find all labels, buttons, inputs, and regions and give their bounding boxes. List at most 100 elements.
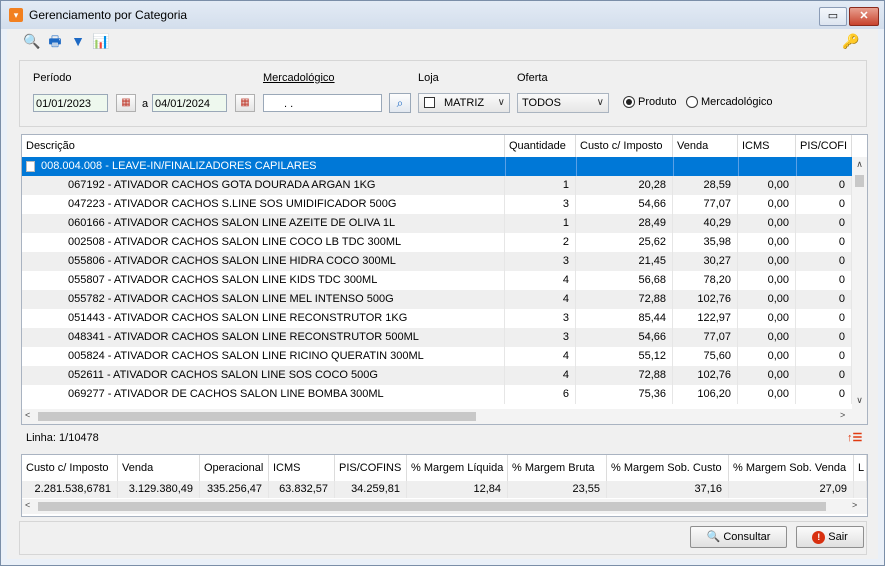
mercadologico-search-icon[interactable]: ⌕ xyxy=(389,93,411,113)
table-cell: 4 xyxy=(505,347,576,366)
main-window: ▾ Gerenciamento por Categoria ▭ ✕ 🔍 🖶 ▼ … xyxy=(0,0,885,566)
scroll-left-icon[interactable]: < xyxy=(25,410,30,420)
col-piscofins[interactable]: PIS/COFI xyxy=(796,135,852,157)
table-cell: 067192 - ATIVADOR CACHOS GOTA DOURADA AR… xyxy=(22,176,505,195)
table-row[interactable]: 055806 - ATIVADOR CACHOS SALON LINE HIDR… xyxy=(22,252,852,271)
sort-icon[interactable]: ↑☰ xyxy=(847,429,862,447)
vertical-scroll-thumb[interactable] xyxy=(855,175,864,187)
table-row[interactable]: 052611 - ATIVADOR CACHOS SALON LINE SOS … xyxy=(22,366,852,385)
table-row[interactable]: 060166 - ATIVADOR CACHOS SALON LINE AZEI… xyxy=(22,214,852,233)
col-custo[interactable]: Custo c/ Imposto xyxy=(576,135,673,157)
table-cell: 0,00 xyxy=(738,252,796,271)
column-divider xyxy=(505,157,506,176)
totals-column-header[interactable]: PIS/COFINS xyxy=(335,455,407,481)
column-divider xyxy=(673,157,674,176)
mercadologico-field[interactable]: . . xyxy=(263,94,382,112)
table-cell: 1 xyxy=(505,214,576,233)
totals-cell: 27,09 xyxy=(729,481,854,498)
table-cell: 0,00 xyxy=(738,385,796,404)
col-icms[interactable]: ICMS xyxy=(738,135,796,157)
table-row[interactable]: 055782 - ATIVADOR CACHOS SALON LINE MEL … xyxy=(22,290,852,309)
totals-column-header[interactable]: Custo c/ Imposto xyxy=(22,455,118,481)
loja-checkbox[interactable] xyxy=(424,97,435,108)
table-cell: 0 xyxy=(796,252,852,271)
table-cell: 047223 - ATIVADOR CACHOS S.LINE SOS UMID… xyxy=(22,195,505,214)
totals-column-header[interactable]: ICMS xyxy=(269,455,335,481)
status-bar: Linha: 1/10478 ↑☰ xyxy=(21,429,866,447)
date-from-field[interactable]: 01/01/2023 xyxy=(33,94,108,112)
horizontal-scroll-thumb[interactable] xyxy=(38,412,476,421)
table-cell: 005824 - ATIVADOR CACHOS SALON LINE RICI… xyxy=(22,347,505,366)
col-descricao[interactable]: Descrição xyxy=(22,135,505,157)
consultar-button[interactable]: 🔍 Consultar xyxy=(690,526,787,548)
scroll-up-icon[interactable]: ∧ xyxy=(852,159,867,170)
loja-value: MATRIZ xyxy=(444,97,485,109)
restore-button[interactable]: ▭ xyxy=(819,7,847,26)
date-to-field[interactable]: 04/01/2024 xyxy=(152,94,227,112)
sair-button[interactable]: ! Sair xyxy=(796,526,864,548)
col-venda[interactable]: Venda xyxy=(673,135,738,157)
mercadologico-label[interactable]: Mercadológico xyxy=(263,72,335,84)
table-cell: 0,00 xyxy=(738,366,796,385)
calendar-from-icon[interactable]: ▦ xyxy=(116,94,136,112)
horizontal-scrollbar[interactable]: < > xyxy=(22,409,867,424)
vertical-scrollbar[interactable]: ∧ ∨ xyxy=(852,157,867,409)
table-cell: 4 xyxy=(505,366,576,385)
totals-horizontal-scrollbar[interactable]: < > xyxy=(22,499,867,514)
totals-column-header[interactable]: Operacional xyxy=(200,455,269,481)
table-row[interactable]: 005824 - ATIVADOR CACHOS SALON LINE RICI… xyxy=(22,347,852,366)
totals-column-header[interactable]: Venda xyxy=(118,455,200,481)
table-row[interactable]: 055807 - ATIVADOR CACHOS SALON LINE KIDS… xyxy=(22,271,852,290)
table-cell: 85,44 xyxy=(576,309,673,328)
oferta-select[interactable]: TODOS ∨ xyxy=(517,93,609,113)
totals-column-header[interactable]: % Margem Líquida xyxy=(407,455,508,481)
table-cell: 3 xyxy=(505,252,576,271)
calendar-to-icon[interactable]: ▦ xyxy=(235,94,255,112)
table-row[interactable]: 048341 - ATIVADOR CACHOS SALON LINE RECO… xyxy=(22,328,852,347)
print-icon[interactable]: 🖶 xyxy=(46,32,64,50)
filter-icon[interactable]: ▼ xyxy=(69,32,87,50)
totals-column-header[interactable]: % Margem Bruta xyxy=(508,455,607,481)
table-cell: 54,66 xyxy=(576,195,673,214)
table-cell: 055782 - ATIVADOR CACHOS SALON LINE MEL … xyxy=(22,290,505,309)
table-cell: 40,29 xyxy=(673,214,738,233)
totals-column-header[interactable]: % Margem Sob. Venda xyxy=(729,455,854,481)
scroll-left-icon[interactable]: < xyxy=(25,500,30,510)
radio-mercadologico-label[interactable]: Mercadológico xyxy=(701,96,773,108)
radio-produto-label[interactable]: Produto xyxy=(638,96,677,108)
table-row[interactable]: 051443 - ATIVADOR CACHOS SALON LINE RECO… xyxy=(22,309,852,328)
table-cell: 0 xyxy=(796,176,852,195)
window-title: Gerenciamento por Categoria xyxy=(29,8,188,22)
search-doc-icon[interactable]: 🔍 xyxy=(23,32,41,50)
grid-header: Descrição Quantidade Custo c/ Imposto Ve… xyxy=(22,135,852,158)
scroll-right-icon[interactable]: > xyxy=(840,410,845,420)
table-cell: 051443 - ATIVADOR CACHOS SALON LINE RECO… xyxy=(22,309,505,328)
loja-select[interactable]: MATRIZ ∨ xyxy=(418,93,510,113)
column-divider xyxy=(738,157,739,176)
close-button[interactable]: ✕ xyxy=(849,7,879,26)
scroll-down-icon[interactable]: ∨ xyxy=(852,395,867,406)
table-row[interactable]: 067192 - ATIVADOR CACHOS GOTA DOURADA AR… xyxy=(22,176,852,195)
col-quantidade[interactable]: Quantidade xyxy=(505,135,576,157)
scroll-right-icon[interactable]: > xyxy=(852,500,857,510)
table-cell: 0,00 xyxy=(738,233,796,252)
totals-header: Custo c/ Imposto Venda Operacional ICMS PIS/… xyxy=(22,455,867,482)
chart-icon[interactable]: 📊 xyxy=(92,32,110,50)
totals-column-header[interactable]: L xyxy=(854,455,867,481)
title-bar: ▾ Gerenciamento por Categoria ▭ ✕ xyxy=(1,1,884,29)
table-cell: 0 xyxy=(796,328,852,347)
table-cell: 72,88 xyxy=(576,366,673,385)
table-row[interactable]: 047223 - ATIVADOR CACHOS S.LINE SOS UMID… xyxy=(22,195,852,214)
table-row[interactable]: 002508 - ATIVADOR CACHOS SALON LINE COCO… xyxy=(22,233,852,252)
radio-produto[interactable] xyxy=(623,96,635,108)
table-row[interactable]: 069277 - ATIVADOR DE CACHOS SALON LINE B… xyxy=(22,385,852,404)
totals-cell xyxy=(854,481,867,498)
totals-cell: 2.281.538,6781 xyxy=(22,481,118,498)
totals-cell: 63.832,57 xyxy=(269,481,335,498)
totals-column-header[interactable]: % Margem Sob. Custo xyxy=(607,455,729,481)
key-icon[interactable]: 🔑 xyxy=(842,32,860,50)
group-row[interactable]: 008.004.008 - LEAVE-IN/FINALIZADORES CAP… xyxy=(22,157,852,176)
totals-scroll-thumb[interactable] xyxy=(38,502,826,511)
table-cell: 77,07 xyxy=(673,195,738,214)
radio-mercadologico[interactable] xyxy=(686,96,698,108)
